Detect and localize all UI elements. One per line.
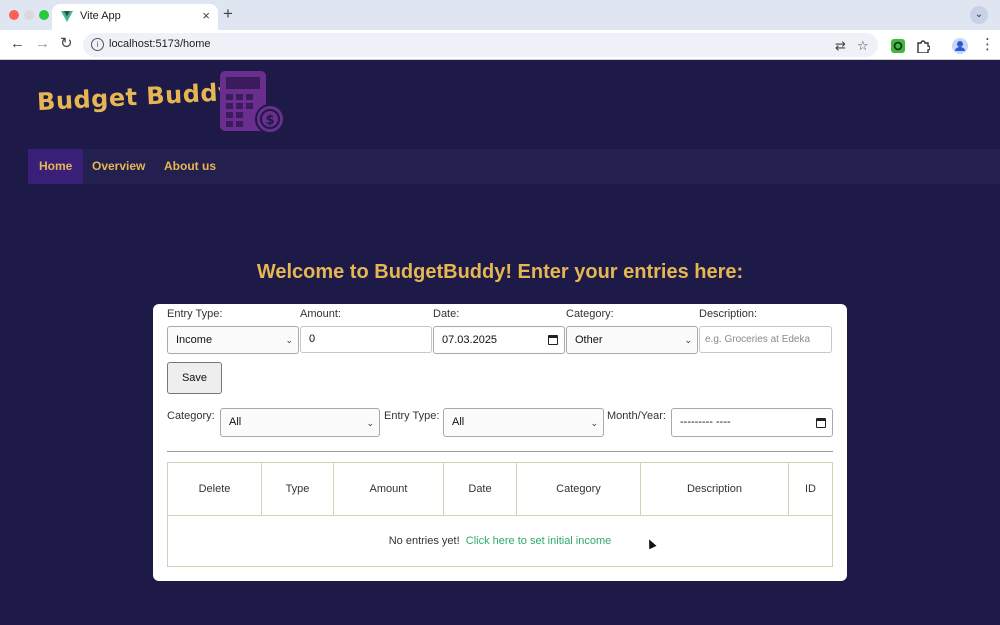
extension-icon[interactable]	[916, 39, 930, 53]
new-tab-button[interactable]: +	[223, 4, 233, 24]
column-header-delete: Delete	[168, 463, 262, 515]
section-divider	[167, 451, 833, 452]
profile-icon[interactable]	[952, 38, 968, 54]
chevron-down-icon: ⌄	[590, 418, 598, 428]
main-navigation: Home Overview About us	[28, 149, 1000, 184]
nav-about-us[interactable]: About us	[153, 149, 227, 184]
svg-text:$: $	[265, 113, 274, 128]
empty-message: No entries yet!	[388, 535, 460, 547]
tab-title: Vite App	[80, 10, 121, 22]
forward-button[interactable]: →	[35, 35, 50, 53]
entries-table: Delete Type Amount Date Category Descrip…	[167, 462, 833, 567]
tab-close-icon[interactable]: ×	[202, 8, 210, 23]
window-minimize-button[interactable]	[24, 10, 34, 20]
nav-home[interactable]: Home	[28, 149, 84, 184]
column-header-description: Description	[641, 463, 789, 515]
category-select[interactable]: Other ⌄	[566, 326, 698, 354]
browser-tab-bar: Vite App × + ⌄	[0, 0, 1000, 30]
calendar-icon[interactable]	[816, 418, 826, 428]
amount-value: 0	[309, 333, 316, 345]
filter-month-year-input[interactable]: --------- ----	[671, 408, 833, 437]
column-header-id: ID	[805, 483, 816, 495]
description-label: Description:	[699, 308, 758, 320]
entry-type-label: Entry Type:	[167, 308, 223, 320]
filter-month-year-label: Month/Year:	[607, 410, 666, 422]
page-title: Welcome to BudgetBuddy! Enter your entri…	[256, 261, 744, 283]
address-bar[interactable]: i localhost:5173/home ⇄ ☆	[83, 33, 878, 57]
browser-tab[interactable]: Vite App ×	[52, 4, 218, 30]
category-value: Other	[575, 334, 603, 346]
entry-type-value: Income	[176, 334, 213, 346]
brand-logo-text: Budget Buddy	[36, 77, 235, 117]
tab-search-button[interactable]: ⌄	[970, 6, 988, 24]
set-initial-income-link[interactable]: Click here to set initial income	[466, 535, 612, 547]
column-header-amount: Amount	[334, 463, 444, 515]
chevron-down-icon: ⌄	[684, 335, 692, 345]
chevron-down-icon: ⌄	[285, 335, 293, 345]
entry-card: Entry Type: Amount: Date: Category: Desc…	[153, 304, 847, 581]
date-label: Date:	[433, 308, 460, 320]
calendar-icon[interactable]	[548, 335, 558, 345]
column-header-category: Category	[517, 463, 641, 515]
vue-logo-icon	[61, 11, 73, 22]
description-input[interactable]: e.g. Groceries at Edeka	[699, 326, 832, 353]
window-close-button[interactable]	[9, 10, 19, 20]
filter-month-year-value: --------- ----	[680, 416, 731, 428]
filter-category-value: All	[229, 416, 242, 428]
calculator-dollar-icon: $	[220, 71, 285, 134]
chevron-down-icon: ⌄	[366, 418, 374, 428]
browser-menu-icon[interactable]: ⋮	[980, 36, 995, 54]
column-header-date: Date	[444, 463, 517, 515]
entry-type-select[interactable]: Income ⌄	[167, 326, 299, 354]
empty-table-row: No entries yet! Click here to set initia…	[168, 516, 832, 566]
window-maximize-button[interactable]	[39, 10, 49, 20]
filter-entry-type-value: All	[452, 416, 465, 428]
category-label: Category:	[566, 308, 614, 320]
save-button[interactable]: Save	[167, 362, 222, 394]
app-root: Budget Buddy $ Home Overview About us We…	[0, 61, 1000, 625]
amount-input[interactable]: 0	[300, 326, 432, 353]
translate-icon[interactable]: ⇄	[835, 38, 846, 54]
description-placeholder: e.g. Groceries at Edeka	[705, 334, 811, 345]
url-text[interactable]: localhost:5173/home	[109, 38, 211, 50]
date-value: 07.03.2025	[442, 334, 498, 346]
reload-button[interactable]: ↻	[60, 35, 73, 53]
extension-active-icon[interactable]	[891, 39, 905, 53]
filter-entry-type-label: Entry Type:	[384, 410, 440, 422]
filter-category-label: Category:	[167, 410, 215, 422]
date-input[interactable]: 07.03.2025	[433, 326, 565, 354]
nav-overview[interactable]: Overview	[81, 149, 156, 184]
amount-label: Amount:	[300, 308, 341, 320]
filter-entry-type-select[interactable]: All ⌄	[443, 408, 604, 437]
info-icon[interactable]: i	[91, 38, 104, 51]
browser-toolbar: ← → ↻ i localhost:5173/home ⇄ ☆ ⋮	[0, 30, 1000, 60]
column-header-type: Type	[262, 463, 334, 515]
back-button[interactable]: ←	[10, 35, 25, 53]
star-icon[interactable]: ☆	[857, 38, 869, 54]
filter-category-select[interactable]: All ⌄	[220, 408, 380, 437]
